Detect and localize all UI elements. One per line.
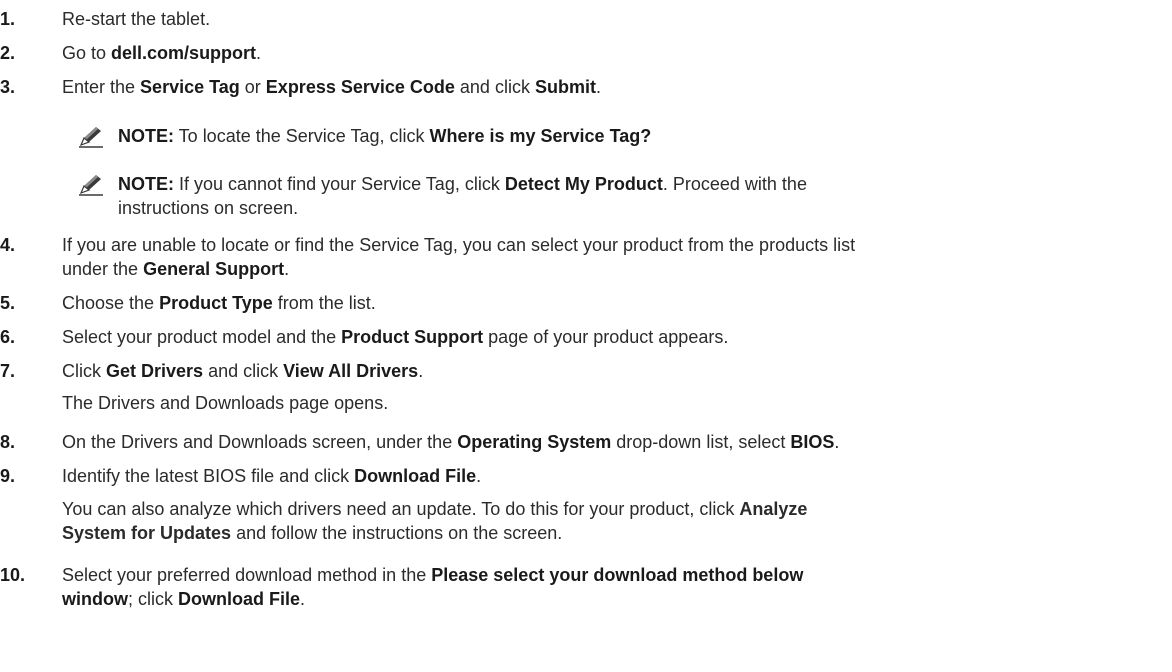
inline-text: To locate the Service Tag, click [174,126,430,146]
emphasis-text: dell.com/support [111,43,257,63]
inline-text: Go to [62,43,112,63]
emphasis-text: Download File [178,589,301,609]
inline-text: Identify the latest BIOS file and click [62,466,355,486]
inline-text: Select your product model and the [62,327,342,347]
step-number: 7. [0,361,16,381]
inline-text: Enter the [62,77,141,97]
inline-text: . [300,589,306,609]
inline-text: On the Drivers and Downloads screen, und… [62,432,458,452]
inline-text: and click [454,77,535,97]
inline-text: and click [203,361,284,381]
inline-text: You can also analyze which drivers need … [62,499,740,519]
step-text: If you are unable to locate or find the … [62,233,1162,257]
step-9-info: You can also analyze which drivers need … [62,497,1162,521]
emphasis-text: General Support [143,259,285,279]
inline-text: instructions on screen. [118,198,299,218]
step-text: Select your product model and the Produc… [62,325,1162,349]
inline-text: . [595,77,601,97]
pencil-note-icon [78,174,104,196]
step-text: Select your preferred download method in… [62,563,1162,587]
inline-text: . [256,43,262,63]
inline-text: from the list. [272,293,376,313]
step-number: 4. [0,235,16,255]
emphasis-text: Where is my Service Tag? [429,126,652,146]
step-text: Click Get Drivers and click View All Dri… [62,359,1162,383]
inline-text: . [476,466,482,486]
emphasis-text: BIOS [790,432,835,452]
note-text-line2: instructions on screen. [118,196,1158,220]
inline-text: . [284,259,290,279]
inline-text: ; click [128,589,179,609]
step-text: Re-start the tablet. [62,7,1162,31]
step-number: 5. [0,293,16,313]
step-number: 2. [0,43,16,63]
note-label: NOTE: [118,174,174,194]
inline-text: Re-start the tablet. [62,9,211,29]
emphasis-text: Please select your download method below [431,565,804,585]
emphasis-text: Analyze [739,499,808,519]
inline-text: If you are unable to locate or find the … [62,235,856,255]
emphasis-text: Submit [534,77,596,97]
step-text: Go to dell.com/support. [62,41,1162,65]
note-text: NOTE: To locate the Service Tag, click W… [118,124,1158,148]
step-7-result: The Drivers and Downloads page opens. [62,393,389,413]
step-number: 9. [0,466,16,486]
step-text: On the Drivers and Downloads screen, und… [62,430,1162,454]
inline-text: under the [62,259,144,279]
step-number: 3. [0,77,16,97]
emphasis-text: Product Type [159,293,273,313]
inline-text: . Proceed with the [662,174,807,194]
step-number: 8. [0,432,16,452]
step-text: Identify the latest BIOS file and click … [62,464,1162,488]
inline-text: and follow the instructions on the scree… [231,523,563,543]
emphasis-text: Operating System [457,432,612,452]
note-content: If you cannot find your Service Tag, cli… [174,174,807,194]
inline-text: . [418,361,424,381]
inline-text: Choose the [62,293,160,313]
emphasis-text: Product Support [341,327,484,347]
step-9-info-line2: System for Updates and follow the instru… [62,521,1162,545]
inline-text: Click [62,361,106,381]
step-text-line2: under the General Support. [62,257,1162,281]
emphasis-text: Service Tag [140,77,240,97]
pencil-note-icon [78,126,104,148]
step-text: Choose the Product Type from the list. [62,291,1162,315]
inline-text: or [239,77,266,97]
emphasis-text: Express Service Code [265,77,455,97]
note-text: NOTE: If you cannot find your Service Ta… [118,172,1158,196]
emphasis-text: window [62,589,128,609]
step-text: Enter the Service Tag or Express Service… [62,75,1162,99]
emphasis-text: System for Updates [62,523,232,543]
step-text-line2: window; click Download File. [62,587,1162,611]
inline-text: drop-down list, select [611,432,791,452]
emphasis-text: Get Drivers [106,361,204,381]
inline-text: page of your product appears. [483,327,729,347]
emphasis-text: Detect My Product [504,174,663,194]
emphasis-text: View All Drivers [283,361,419,381]
step-number: 1. [0,9,16,29]
emphasis-text: Download File [354,466,477,486]
inline-text: If you cannot find your Service Tag, cli… [174,174,505,194]
inline-text: . [834,432,840,452]
step-number: 10. [0,565,26,585]
note-label: NOTE: [118,126,174,146]
inline-text: Select your preferred download method in… [62,565,432,585]
note-content: To locate the Service Tag, click Where i… [174,126,652,146]
step-number: 6. [0,327,16,347]
